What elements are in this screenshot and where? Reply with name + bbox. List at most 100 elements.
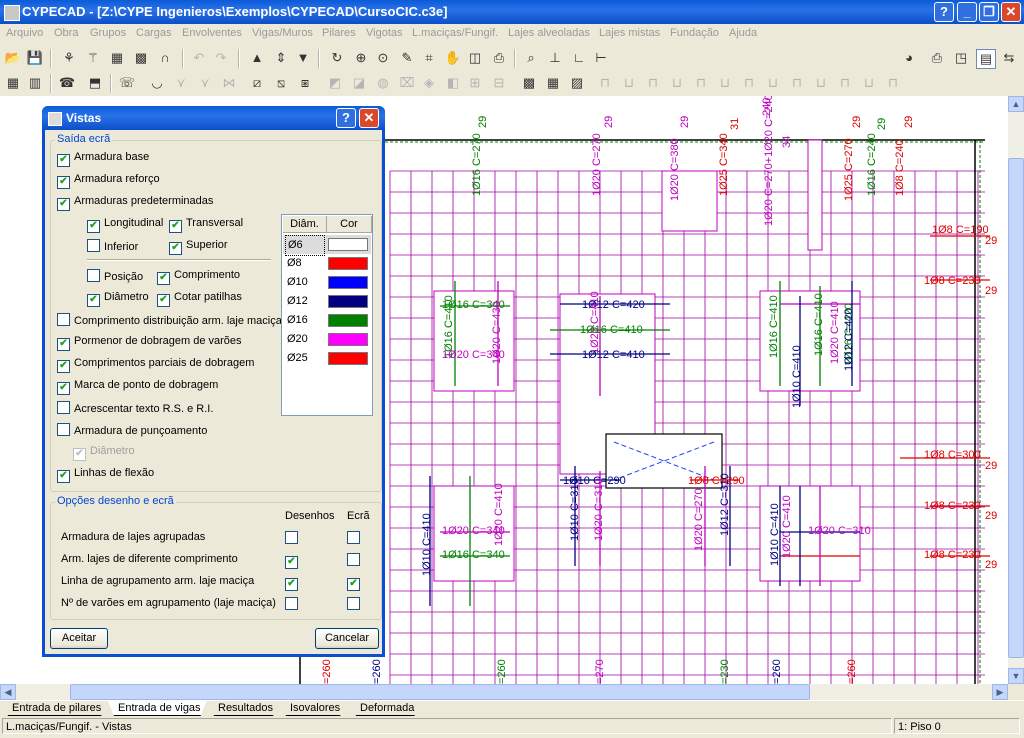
- groups-icon[interactable]: ⚚: [84, 49, 102, 67]
- accept-button[interactable]: Aceitar: [50, 628, 108, 649]
- tool-4-icon[interactable]: ⊔: [668, 74, 686, 92]
- edit-7-icon[interactable]: ⊞: [466, 74, 484, 92]
- check-icon[interactable]: ✔: [57, 338, 70, 351]
- menu-lajes-mistas[interactable]: Lajes mistas: [599, 27, 660, 39]
- menu-ajuda[interactable]: Ajuda: [729, 27, 757, 39]
- diameter-color-swatch[interactable]: [328, 238, 368, 251]
- check-icon[interactable]: ✔: [285, 578, 298, 591]
- angle-icon[interactable]: ∟: [570, 49, 588, 67]
- scroll-right-icon[interactable]: ▶: [992, 684, 1008, 700]
- edit-6-icon[interactable]: ◧: [444, 74, 462, 92]
- support-3-icon[interactable]: ⋈: [220, 74, 238, 92]
- diameter-row[interactable]: Ø25: [283, 349, 371, 368]
- check-icon[interactable]: ✔: [157, 272, 170, 285]
- zoom-window-icon[interactable]: ⊙: [374, 49, 392, 67]
- magnet-icon[interactable]: ∩: [156, 49, 174, 67]
- diameter-row[interactable]: Ø10: [283, 273, 371, 292]
- diameter-row[interactable]: Ø8: [283, 254, 371, 273]
- check-icon[interactable]: ✔: [285, 556, 298, 569]
- check-icon[interactable]: ✔: [169, 220, 182, 233]
- ortho-icon[interactable]: ⊢: [592, 49, 610, 67]
- diameter-color-swatch[interactable]: [328, 295, 368, 308]
- check-icon[interactable]: ✔: [347, 578, 360, 591]
- support-2-icon[interactable]: ⋎: [196, 74, 214, 92]
- tool-7-icon[interactable]: ⊓: [740, 74, 758, 92]
- cb-armaduras-predeterminadas[interactable]: ✔ Armaduras predeterminadas: [57, 195, 213, 211]
- help-caption-button[interactable]: ?: [934, 2, 954, 22]
- vertical-scroll-thumb[interactable]: [1008, 158, 1024, 658]
- scroll-up-icon[interactable]: ▲: [1008, 96, 1024, 112]
- table-2-icon[interactable]: ▦: [544, 74, 562, 92]
- bell-icon[interactable]: ☏: [118, 74, 136, 92]
- menu-vigotas[interactable]: Vigotas: [366, 27, 403, 39]
- check-icon[interactable]: ✔: [57, 360, 70, 373]
- box-icon[interactable]: ⬒: [86, 74, 104, 92]
- cb-armadura-reforco[interactable]: ✔ Armadura reforço: [57, 173, 160, 189]
- tool-2-icon[interactable]: ⊔: [620, 74, 638, 92]
- menu-pilares[interactable]: Pilares: [322, 27, 356, 39]
- dialog-title-bar[interactable]: Vistas ? ✕: [42, 106, 385, 130]
- tab-entrada-vigas[interactable]: Entrada de vigas: [108, 701, 207, 716]
- bowl-icon[interactable]: ◡: [148, 74, 166, 92]
- restore-button[interactable]: ❐: [979, 2, 999, 22]
- pan-icon[interactable]: ✋: [444, 49, 462, 67]
- diameter-color-list[interactable]: Diâm. Cor Ø6 Ø8 Ø10 Ø12 Ø16 Ø20 Ø25: [281, 214, 373, 416]
- menu-obra[interactable]: Obra: [54, 27, 78, 39]
- phone-icon[interactable]: ☎: [58, 74, 76, 92]
- opt-nvaroes-desenhos-checkbox[interactable]: [285, 597, 302, 611]
- check-icon[interactable]: ✔: [87, 294, 100, 307]
- scroll-down-icon[interactable]: ▼: [1008, 668, 1024, 684]
- cb-comprimento[interactable]: ✔ Comprimento: [157, 269, 240, 285]
- view-3d-icon[interactable]: ◫: [466, 49, 484, 67]
- diameter-color-swatch[interactable]: [328, 352, 368, 365]
- opt-agrupadas-desenhos-checkbox[interactable]: [285, 531, 302, 545]
- rebar-3-icon[interactable]: ⧆: [296, 74, 314, 92]
- tool-1-icon[interactable]: ⊓: [596, 74, 614, 92]
- table-3-icon[interactable]: ▨: [568, 74, 586, 92]
- measure-icon[interactable]: ⌗: [420, 49, 438, 67]
- tool-12-icon[interactable]: ⊔: [860, 74, 878, 92]
- cb-diametro[interactable]: ✔ Diâmetro: [87, 291, 149, 307]
- unchecked-box-icon[interactable]: [347, 553, 360, 566]
- edit-2-icon[interactable]: ◪: [350, 74, 368, 92]
- cb-transversal[interactable]: ✔ Transversal: [169, 217, 243, 233]
- opt-difcomp-ecra-checkbox[interactable]: [347, 553, 364, 567]
- tool-13-icon[interactable]: ⊓: [884, 74, 902, 92]
- tool-11-icon[interactable]: ⊓: [836, 74, 854, 92]
- diameter-row[interactable]: Ø20: [283, 330, 371, 349]
- tool-6-icon[interactable]: ⊔: [716, 74, 734, 92]
- tool-10-icon[interactable]: ⊔: [812, 74, 830, 92]
- app-icon[interactable]: [4, 5, 20, 21]
- cb-puncoamento-diametro[interactable]: ✔ Diâmetro: [73, 445, 135, 461]
- opt-linha-desenhos-checkbox[interactable]: ✔: [285, 575, 302, 591]
- opt-linha-ecra-checkbox[interactable]: ✔: [347, 575, 364, 591]
- slab-icon[interactable]: ▥: [26, 74, 44, 92]
- check-icon[interactable]: ✔: [169, 242, 182, 255]
- edit-1-icon[interactable]: ◩: [326, 74, 344, 92]
- check-icon[interactable]: ✔: [57, 176, 70, 189]
- redo-icon[interactable]: ↷: [212, 49, 230, 67]
- views-icon[interactable]: ▤: [976, 49, 996, 69]
- diameter-color-swatch[interactable]: [328, 257, 368, 270]
- cb-comprimento-distribuicao[interactable]: Comprimento distribuição arm. laje maciç…: [57, 313, 282, 327]
- diameter-row[interactable]: Ø6: [283, 235, 371, 256]
- rebar-2-icon[interactable]: ⧅: [272, 74, 290, 92]
- undo-icon[interactable]: ↶: [190, 49, 208, 67]
- edit-3-icon[interactable]: ◍: [374, 74, 392, 92]
- check-icon[interactable]: ✔: [73, 448, 86, 461]
- table-1-icon[interactable]: ▩: [520, 74, 538, 92]
- check-icon[interactable]: ✔: [57, 154, 70, 167]
- unchecked-box-icon[interactable]: [57, 313, 70, 326]
- open-icon[interactable]: 📂: [4, 49, 22, 67]
- diameter-color-swatch[interactable]: [328, 276, 368, 289]
- unchecked-box-icon[interactable]: [347, 531, 360, 544]
- print-icon[interactable]: ⎙: [928, 49, 946, 67]
- check-icon[interactable]: ✔: [87, 220, 100, 233]
- diameter-color-swatch[interactable]: [328, 333, 368, 346]
- check-icon[interactable]: ✔: [157, 294, 170, 307]
- tool-9-icon[interactable]: ⊓: [788, 74, 806, 92]
- save-icon[interactable]: 💾: [26, 49, 44, 67]
- edit-5-icon[interactable]: ◈: [420, 74, 438, 92]
- export-icon[interactable]: ◳: [952, 49, 970, 67]
- tab-deformada[interactable]: Deformada: [350, 701, 420, 716]
